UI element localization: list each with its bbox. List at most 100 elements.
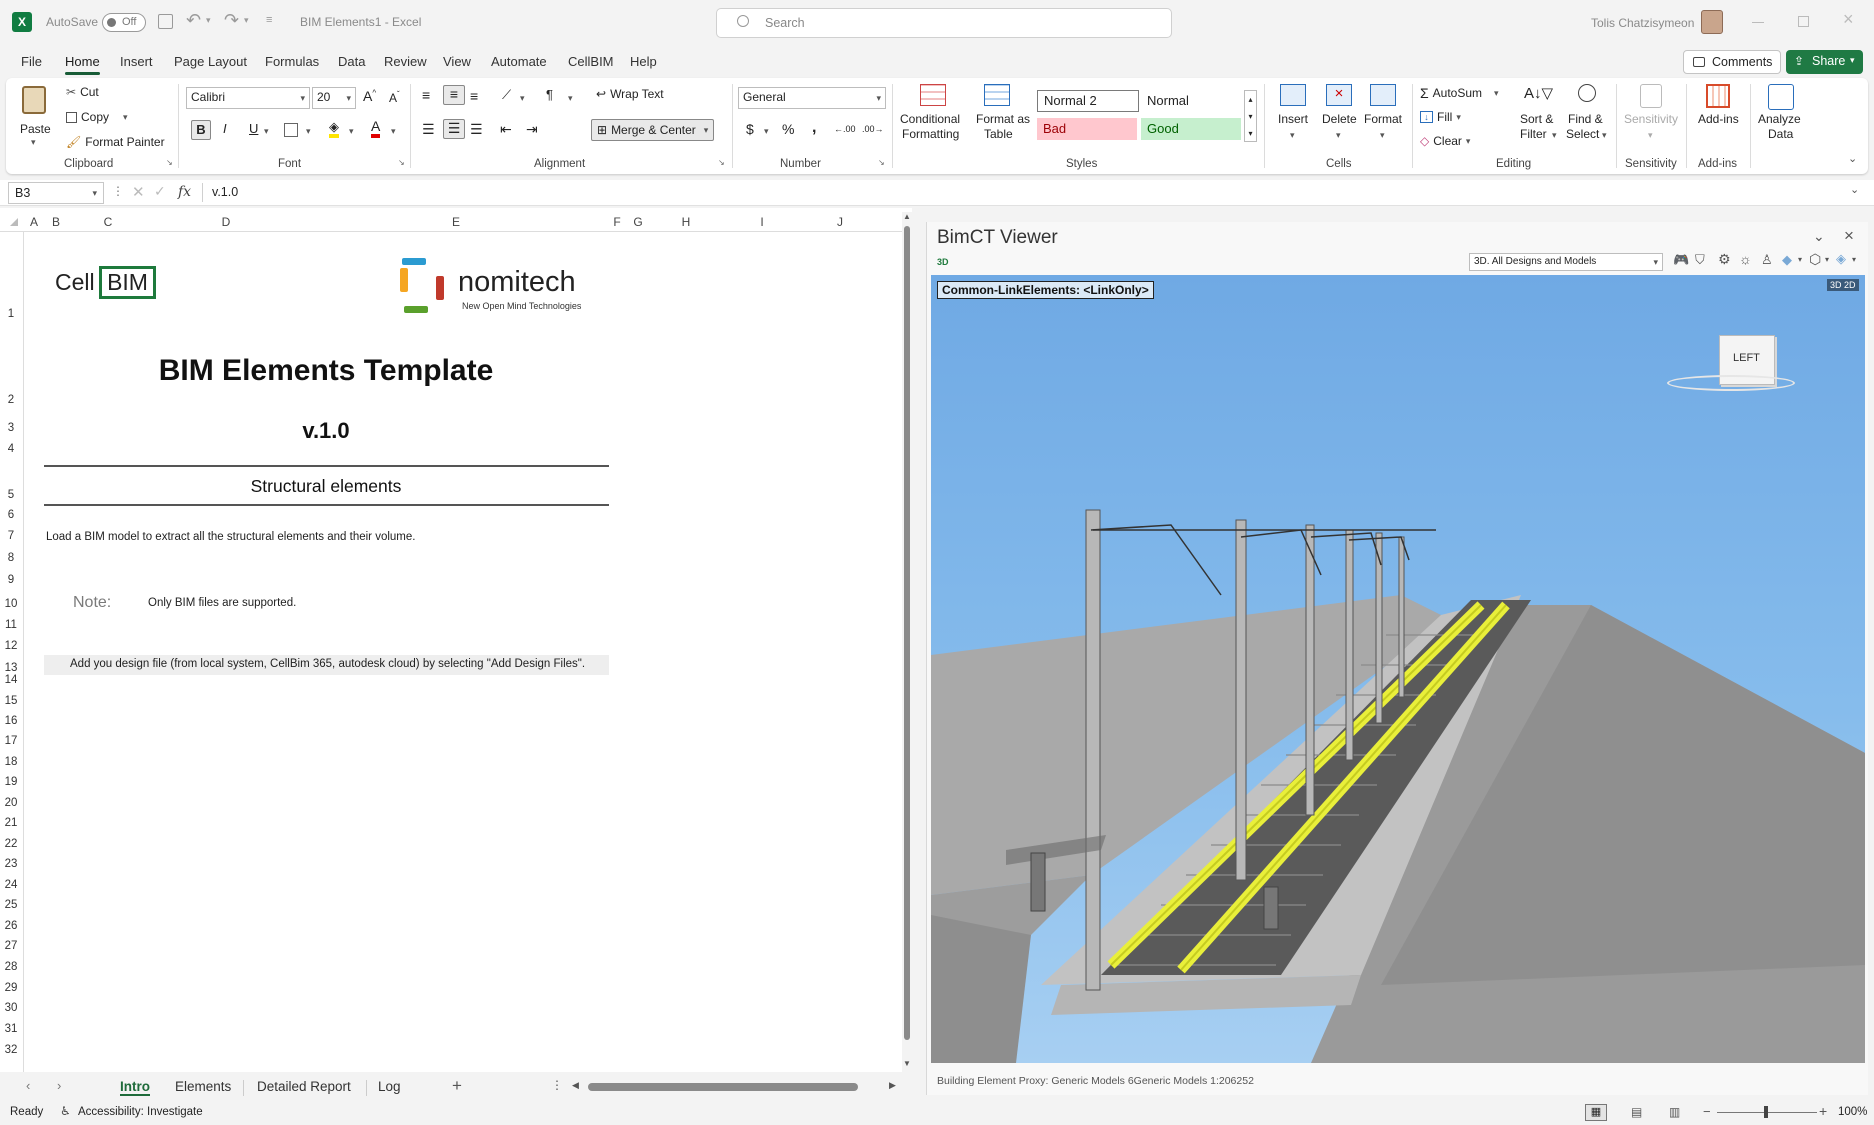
person-icon[interactable]: ♙ bbox=[1761, 252, 1773, 268]
number-format-select[interactable]: General ▾ bbox=[738, 87, 886, 109]
tab-help[interactable]: Help bbox=[630, 54, 657, 69]
add-ins-button[interactable]: Add-ins bbox=[1690, 84, 1746, 146]
fill-color-icon[interactable]: ◈ bbox=[329, 120, 339, 138]
decrease-decimal-icon[interactable]: .00→ bbox=[862, 124, 884, 134]
page-break-view-icon[interactable]: ▥ bbox=[1669, 1105, 1680, 1119]
cancel-icon[interactable]: ✕ bbox=[132, 183, 145, 201]
redo-icon[interactable]: ↷ bbox=[224, 10, 239, 31]
increase-indent-icon[interactable]: ⇥ bbox=[526, 121, 538, 138]
percent-icon[interactable]: % bbox=[782, 121, 794, 137]
row-header[interactable]: 26 bbox=[0, 920, 22, 932]
text-direction-icon[interactable]: ¶ bbox=[546, 87, 553, 102]
minimize-icon[interactable] bbox=[1752, 22, 1764, 23]
sheet-tab-detailed-report[interactable]: Detailed Report bbox=[257, 1079, 351, 1094]
align-top-icon[interactable]: ≡ bbox=[422, 87, 430, 103]
row-header[interactable]: 31 bbox=[0, 1023, 22, 1035]
format-as-table-button[interactable]: Format as Table bbox=[970, 84, 1030, 146]
font-name-select[interactable]: Calibri ▾ bbox=[186, 87, 310, 109]
italic-icon[interactable]: I bbox=[223, 121, 227, 136]
comments-button[interactable]: Comments bbox=[1683, 50, 1781, 74]
bold-icon[interactable]: B bbox=[191, 120, 211, 140]
row-header[interactable]: 4 bbox=[0, 443, 22, 455]
row-header[interactable]: 16 bbox=[0, 715, 22, 727]
autosave-toggle[interactable]: Off bbox=[102, 13, 146, 32]
column-header-g[interactable]: G bbox=[626, 212, 650, 232]
align-bottom-icon[interactable]: ≡ bbox=[470, 88, 478, 104]
row-header[interactable]: 8 bbox=[0, 552, 22, 564]
row-header[interactable]: 18 bbox=[0, 756, 22, 768]
enter-icon[interactable]: ✓ bbox=[154, 183, 166, 200]
view-cube-ring[interactable] bbox=[1667, 375, 1795, 391]
row-header[interactable]: 25 bbox=[0, 899, 22, 911]
tab-formulas[interactable]: Formulas bbox=[265, 54, 319, 69]
decrease-indent-icon[interactable]: ⇤ bbox=[500, 121, 512, 138]
row-header[interactable]: 11 bbox=[0, 619, 22, 631]
column-header-e[interactable]: E bbox=[304, 212, 608, 232]
format-painter-button[interactable]: 🖌 Format Painter bbox=[66, 135, 165, 149]
column-header-i[interactable]: I bbox=[722, 212, 802, 232]
undo-dropdown-icon[interactable]: ▾ bbox=[206, 15, 211, 26]
prev-sheet-icon[interactable]: ‹ bbox=[26, 1078, 30, 1093]
sort-filter-button[interactable]: A↓▽ Sort & Filter ▾ bbox=[1514, 84, 1557, 146]
column-header-a[interactable]: A bbox=[24, 212, 44, 232]
next-sheet-icon[interactable]: › bbox=[57, 1078, 61, 1093]
row-header[interactable]: 9 bbox=[0, 574, 22, 586]
row-header[interactable]: 28 bbox=[0, 961, 22, 973]
currency-dropdown-icon[interactable]: ▾ bbox=[764, 126, 769, 137]
zoom-in-icon[interactable]: + bbox=[1819, 1103, 1827, 1119]
avatar[interactable] bbox=[1701, 10, 1723, 34]
wrap-text-button[interactable]: ↩ Wrap Text bbox=[596, 87, 664, 101]
styles-gallery-scroll[interactable]: ▴ ▾ ▾ bbox=[1244, 90, 1257, 142]
style-bad[interactable]: Bad bbox=[1037, 118, 1137, 140]
column-header-b[interactable]: B bbox=[46, 212, 66, 232]
viewer-close-icon[interactable]: × bbox=[1844, 226, 1854, 246]
tab-data[interactable]: Data bbox=[338, 54, 365, 69]
vertical-scrollbar[interactable]: ▲ ▼ bbox=[902, 212, 912, 1072]
share-button[interactable]: ⇪ Share ▾ bbox=[1786, 50, 1863, 74]
currency-icon[interactable]: $ bbox=[746, 121, 754, 137]
page-layout-view-icon[interactable]: ▤ bbox=[1631, 1105, 1642, 1119]
sensitivity-button[interactable]: Sensitivity ▾ bbox=[1620, 84, 1682, 146]
column-header-f[interactable]: F bbox=[608, 212, 626, 232]
row-header[interactable]: 24 bbox=[0, 879, 22, 891]
row-header[interactable]: 15 bbox=[0, 695, 22, 707]
row-header[interactable]: 14 bbox=[0, 674, 22, 686]
row-header[interactable]: 13 bbox=[0, 662, 22, 674]
insert-function-icon[interactable]: fx bbox=[178, 184, 191, 200]
zoom-slider-thumb[interactable] bbox=[1764, 1106, 1768, 1118]
insert-cells-button[interactable]: Insert ▾ bbox=[1274, 84, 1314, 146]
expand-formula-icon[interactable]: ⌄ bbox=[1850, 183, 1859, 196]
scroll-up-icon[interactable]: ▲ bbox=[903, 212, 911, 221]
tab-file[interactable]: File bbox=[21, 54, 42, 69]
viewer-collapse-icon[interactable]: ⌄ bbox=[1813, 228, 1825, 245]
tab-page-layout[interactable]: Page Layout bbox=[174, 54, 247, 69]
sheet-tab-elements[interactable]: Elements bbox=[175, 1079, 231, 1094]
row-header[interactable]: 6 bbox=[0, 509, 22, 521]
font-color-icon[interactable]: A bbox=[371, 118, 381, 138]
viewer-3d-canvas[interactable]: Common-LinkElements: <LinkOnly> 3D 2D LE… bbox=[931, 275, 1865, 1063]
clear-button[interactable]: ◇ Clear ▾ bbox=[1420, 134, 1470, 148]
user-name[interactable]: Tolis Chatzisymeon bbox=[1591, 16, 1694, 30]
comma-icon[interactable]: , bbox=[812, 119, 816, 137]
scroll-right-icon[interactable]: ▶ bbox=[889, 1080, 896, 1091]
tab-cellbim[interactable]: CellBIM bbox=[568, 54, 614, 69]
increase-font-icon[interactable]: A^ bbox=[363, 88, 376, 104]
material-icon[interactable]: ◆ bbox=[1782, 252, 1792, 268]
select-all-corner[interactable] bbox=[10, 218, 18, 226]
horizontal-scroll-thumb[interactable] bbox=[588, 1083, 858, 1091]
row-header[interactable]: 22 bbox=[0, 838, 22, 850]
row-header[interactable]: 1 bbox=[0, 308, 22, 320]
redo-dropdown-icon[interactable]: ▾ bbox=[244, 15, 249, 26]
row-header[interactable]: 5 bbox=[0, 489, 22, 501]
row-header[interactable]: 30 bbox=[0, 1002, 22, 1014]
box-view-dropdown-icon[interactable]: ▾ bbox=[1825, 255, 1829, 264]
alignment-launcher-icon[interactable]: ↘ bbox=[718, 158, 725, 167]
filter-icon[interactable]: ⛉ bbox=[1695, 252, 1705, 268]
scroll-thumb[interactable] bbox=[904, 226, 910, 1040]
row-header[interactable]: 19 bbox=[0, 776, 22, 788]
undo-icon[interactable]: ↶ bbox=[186, 10, 201, 31]
tab-insert[interactable]: Insert bbox=[120, 54, 153, 69]
row-header[interactable]: 29 bbox=[0, 982, 22, 994]
underline-dropdown-icon[interactable]: ▾ bbox=[264, 126, 269, 137]
row-header[interactable]: 3 bbox=[0, 422, 22, 434]
